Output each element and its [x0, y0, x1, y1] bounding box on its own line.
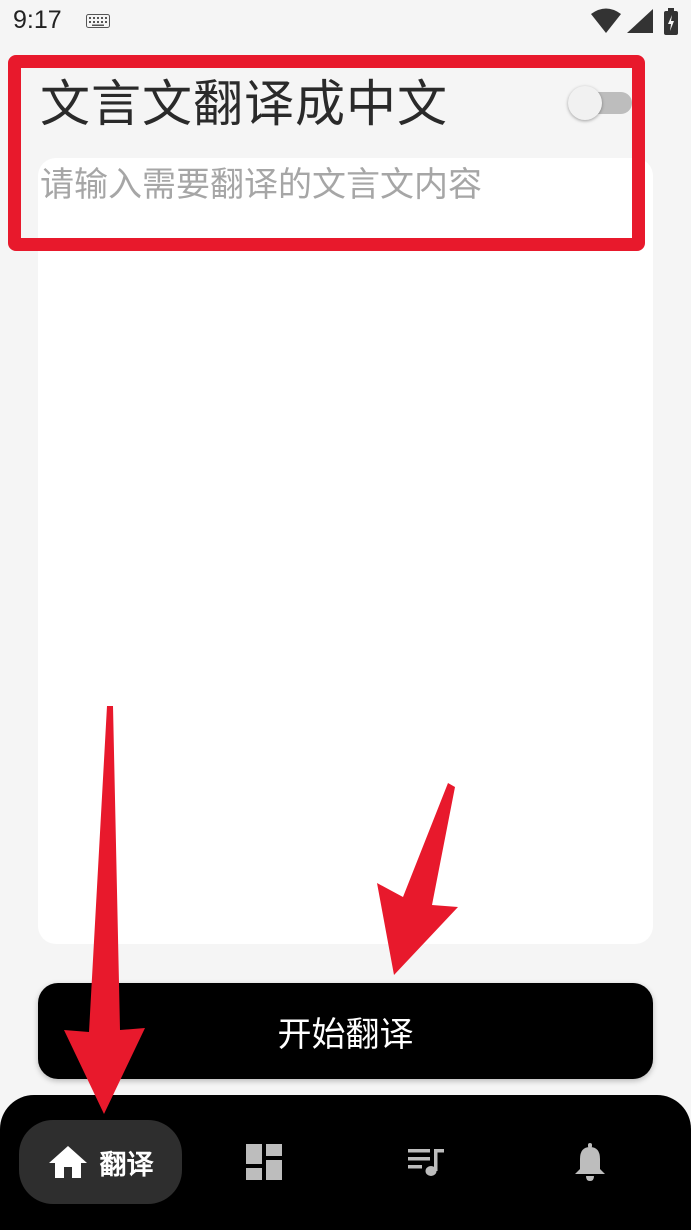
- signal-icon: [627, 9, 653, 33]
- bell-icon: [575, 1143, 605, 1181]
- nav-item-playlist[interactable]: [387, 1120, 467, 1204]
- keyboard-icon: [86, 14, 110, 28]
- input-placeholder: 请输入需要翻译的文言文内容: [40, 165, 482, 205]
- start-translate-label: 开始翻译: [277, 1014, 414, 1055]
- dashboard-icon: [246, 1144, 282, 1180]
- playlist-music-icon: [408, 1149, 444, 1176]
- page-title: 文言文翻译成中文: [40, 75, 448, 133]
- nav-item-translate-label: 翻译: [99, 1149, 154, 1181]
- home-icon: [48, 1146, 87, 1178]
- text-input-area[interactable]: [38, 158, 653, 944]
- wifi-icon: [591, 8, 621, 33]
- nav-item-notifications[interactable]: [550, 1120, 630, 1204]
- status-bar: 9:17: [0, 0, 691, 46]
- battery-icon: [664, 8, 678, 35]
- start-translate-button[interactable]: 开始翻译: [38, 983, 653, 1079]
- mode-toggle[interactable]: [568, 86, 632, 120]
- nav-item-translate[interactable]: 翻译: [19, 1120, 182, 1204]
- nav-item-dashboard[interactable]: [224, 1120, 304, 1204]
- toggle-thumb: [568, 86, 602, 120]
- status-time: 9:17: [13, 6, 62, 34]
